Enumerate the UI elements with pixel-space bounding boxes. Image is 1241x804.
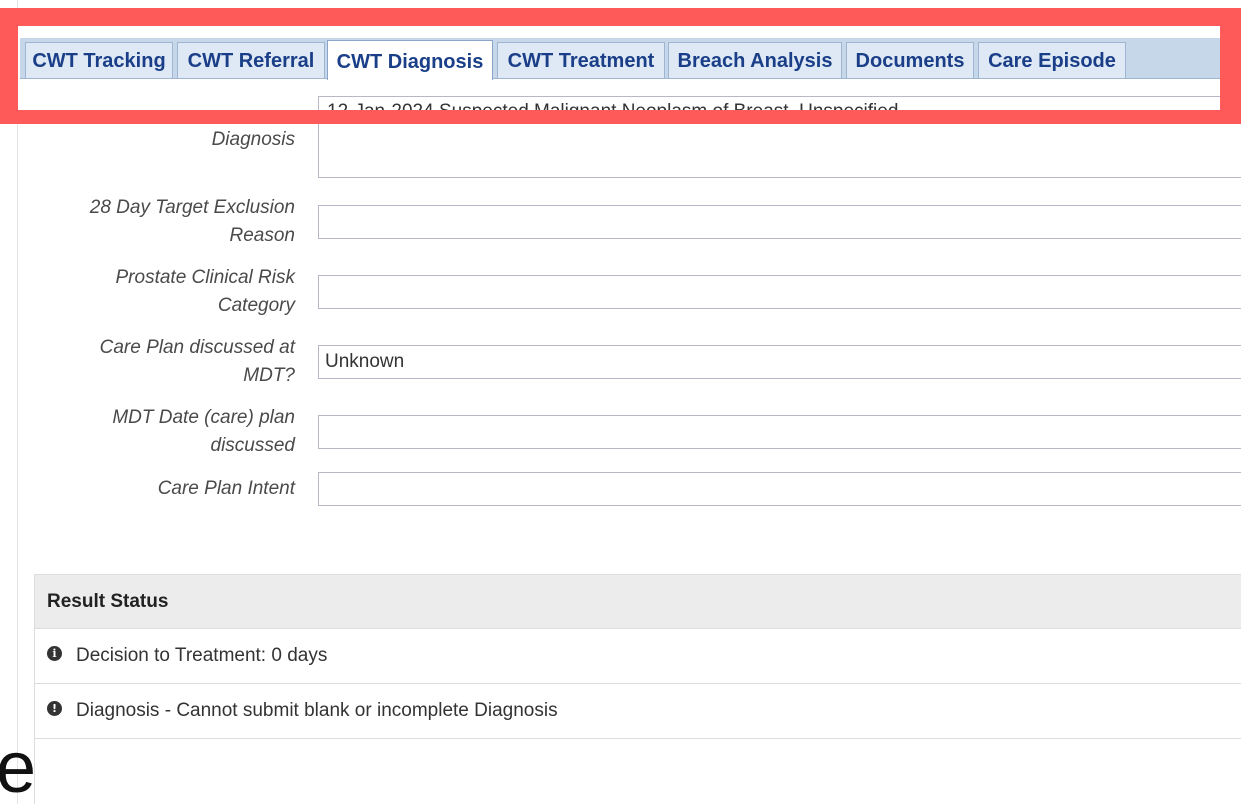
tab-cwt-treatment[interactable]: CWT Treatment <box>497 42 665 78</box>
diagnosis-label: Diagnosis <box>211 129 295 150</box>
mdt-date-label-line2: discussed <box>210 435 296 456</box>
status-item-text: Decision to Treatment: 0 days <box>76 645 328 666</box>
stray-text-fragment: e <box>0 728 37 804</box>
care-plan-mdt-label: Care Plan discussed at MDT? <box>35 334 295 390</box>
status-item: i Decision to Treatment: 0 days <box>35 629 1241 684</box>
result-status-panel: Result Status i Decision to Treatment: 0 … <box>34 574 1241 804</box>
care-plan-intent-label: Care Plan Intent <box>157 478 295 499</box>
tab-breach-analysis[interactable]: Breach Analysis <box>668 42 842 78</box>
status-item-text: Diagnosis - Cannot submit blank or incom… <box>76 700 558 721</box>
prostate-risk-select[interactable] <box>318 275 1241 309</box>
tab-cwt-diagnosis[interactable]: CWT Diagnosis <box>327 40 493 80</box>
mdt-date-label: MDT Date (care) plan discussed <box>35 404 295 460</box>
prostate-risk-label-line2: Category <box>217 295 295 316</box>
tab-documents[interactable]: Documents <box>846 42 974 78</box>
tab-cwt-referral[interactable]: CWT Referral <box>177 42 325 78</box>
target-exclusion-label-line2: Reason <box>229 225 296 246</box>
left-border <box>17 0 18 804</box>
mdt-date-label-line1: MDT Date (care) plan <box>112 407 295 428</box>
care-plan-mdt-select[interactable]: Unknown <box>318 345 1241 379</box>
diagnosis-select[interactable]: 12-Jan-2024 Suspected Malignant Neoplasm… <box>318 96 1241 178</box>
diagnosis-option[interactable]: 12-Jan-2024 Suspected Malignant Neoplasm… <box>327 101 898 123</box>
tab-care-episode[interactable]: Care Episode <box>978 42 1126 78</box>
exclamation-icon: ! <box>47 701 62 717</box>
tab-cwt-tracking[interactable]: CWT Tracking <box>25 42 173 78</box>
result-status-title: Result Status <box>35 575 1241 629</box>
status-item: ! Diagnosis - Cannot submit blank or inco… <box>35 684 1241 739</box>
target-exclusion-select[interactable] <box>318 205 1241 239</box>
prostate-risk-label: Prostate Clinical Risk Category <box>35 264 296 320</box>
page: CWT Tracking CWT Referral CWT Diagnosis … <box>0 0 1241 804</box>
prostate-risk-label-line1: Prostate Clinical Risk <box>115 267 296 288</box>
target-exclusion-label-line1: 28 Day Target Exclusion <box>89 197 295 218</box>
care-plan-mdt-label-line2: MDT? <box>243 365 295 386</box>
mdt-date-input[interactable] <box>318 415 1241 449</box>
info-icon: i <box>47 646 62 662</box>
care-plan-intent-select[interactable] <box>318 472 1241 506</box>
target-exclusion-label: 28 Day Target Exclusion Reason <box>35 194 295 250</box>
care-plan-mdt-label-line1: Care Plan discussed at <box>99 337 295 358</box>
